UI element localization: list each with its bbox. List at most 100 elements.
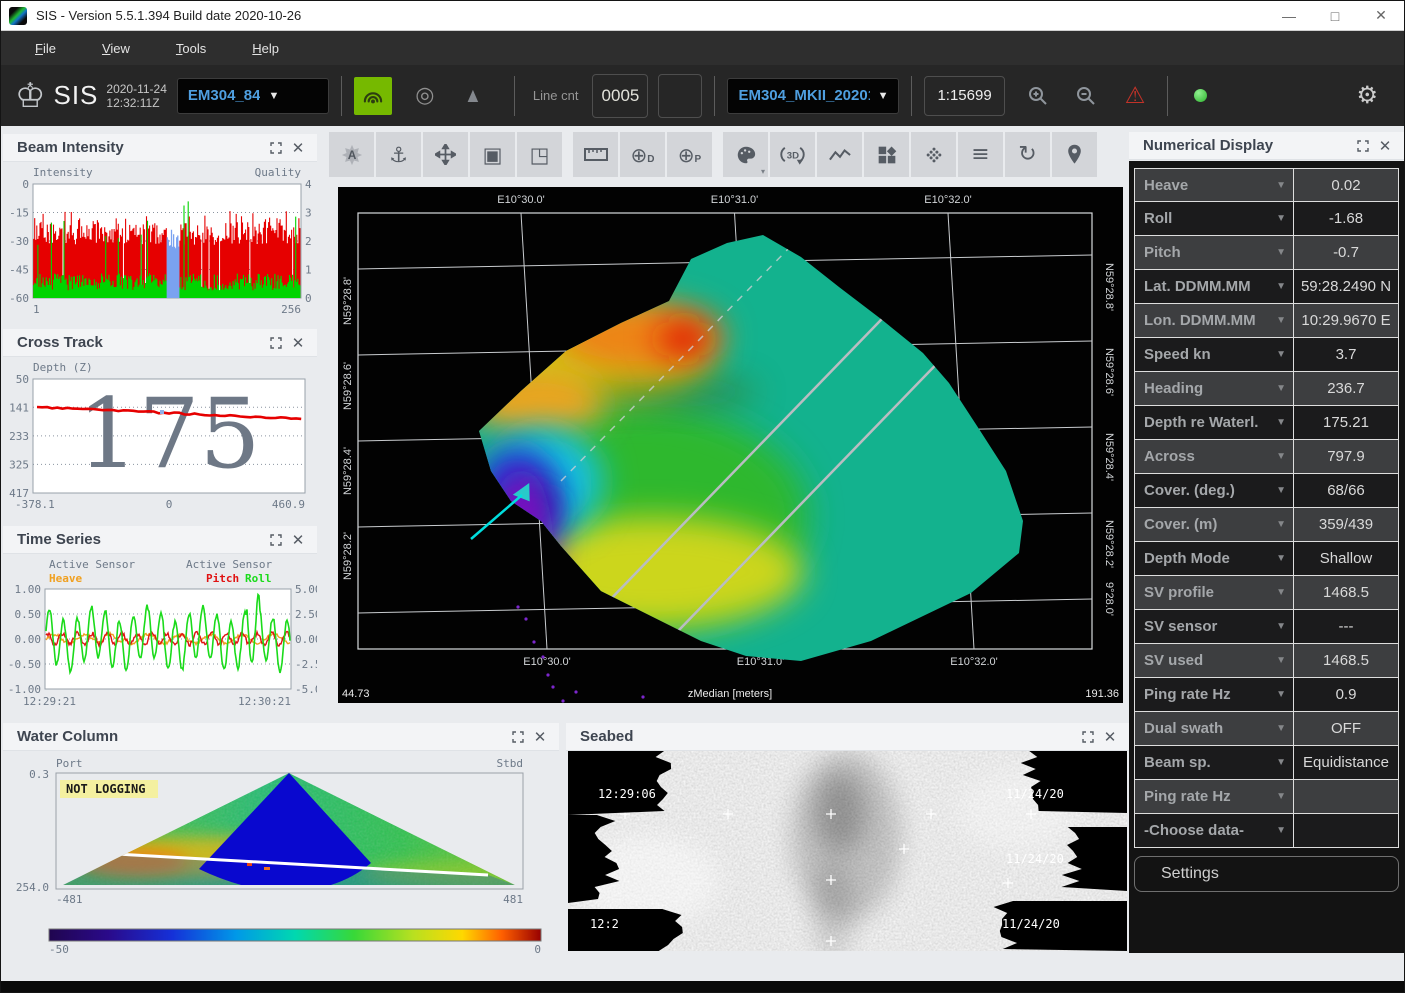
numerical-field-select[interactable]: SV profile▼	[1135, 576, 1294, 609]
numerical-value: 0.9	[1294, 678, 1398, 711]
expand-icon[interactable]	[1352, 136, 1374, 156]
close-icon[interactable]: ✕	[1374, 136, 1396, 156]
chevron-down-icon: ▼	[1276, 349, 1286, 360]
numerical-value: Shallow	[1294, 542, 1398, 575]
zoom-in-button[interactable]	[1019, 77, 1057, 115]
numerical-field-select[interactable]: Beam sp.▼	[1135, 746, 1294, 779]
numerical-field-select[interactable]: Lat. DDMM.MM▼	[1135, 270, 1294, 303]
svg-text:481: 481	[503, 893, 523, 906]
numerical-field-select[interactable]: Pitch▼	[1135, 236, 1294, 269]
warning-icon[interactable]: ⚠	[1125, 82, 1146, 109]
numerical-field-select[interactable]: Cover. (m)▼	[1135, 508, 1294, 541]
graph-icon	[829, 147, 851, 163]
numerical-field-select[interactable]: Ping rate Hz▼	[1135, 678, 1294, 711]
menu-item-file[interactable]: File	[21, 41, 70, 56]
numerical-field-select[interactable]: Across▼	[1135, 440, 1294, 473]
svg-text:Pitch: Pitch	[206, 572, 239, 585]
close-button[interactable]: ✕	[1358, 2, 1404, 30]
close-icon[interactable]: ✕	[529, 727, 551, 747]
close-icon[interactable]: ✕	[287, 333, 309, 353]
numerical-field-select[interactable]: Speed kn▼	[1135, 338, 1294, 371]
beam-cone-button[interactable]: ▲	[454, 77, 492, 115]
sounder-select[interactable]: EM304_84 ▼	[177, 78, 329, 114]
expand-icon[interactable]	[1077, 727, 1099, 747]
record-button[interactable]: ◎	[406, 77, 444, 115]
map-tool-rotate-3d-button[interactable]: 3D	[770, 132, 815, 177]
map-tool-measure-button[interactable]	[573, 132, 618, 177]
settings-gear-button[interactable]: ⚙	[1356, 81, 1378, 110]
map-tool-center-position-button[interactable]: ⊕P	[667, 132, 712, 177]
svg-text:1.00: 1.00	[15, 583, 42, 596]
expand-icon[interactable]	[507, 727, 529, 747]
map-tool-palette-button[interactable]: ▾	[723, 132, 768, 177]
expand-icon[interactable]	[265, 138, 287, 158]
menu-item-help[interactable]: Help	[238, 41, 293, 56]
chevron-down-icon: ▼	[878, 90, 889, 102]
maximize-button[interactable]: □	[1312, 2, 1358, 30]
expand-icon[interactable]	[265, 530, 287, 550]
numerical-field-select[interactable]: Dual swath▼	[1135, 712, 1294, 745]
numerical-row: SV profile▼1468.5	[1134, 576, 1399, 610]
numerical-field-select[interactable]: SV sensor▼	[1135, 610, 1294, 643]
svg-text:Heave: Heave	[49, 572, 82, 585]
map-tool-pin-button[interactable]	[1052, 132, 1097, 177]
svg-text:1: 1	[33, 303, 40, 316]
chevron-down-icon: ▼	[268, 90, 279, 102]
map-tool-refresh-button[interactable]: ↻	[1005, 132, 1050, 177]
map-toolbar-group: ⊕D⊕P	[573, 132, 714, 177]
numerical-field-select[interactable]: Heading▼	[1135, 372, 1294, 405]
numerical-row: SV sensor▼---	[1134, 610, 1399, 644]
map-tool-layers-button[interactable]: ≡	[958, 132, 1003, 177]
map-tool-graph-button[interactable]	[817, 132, 862, 177]
minimize-button[interactable]: —	[1266, 2, 1312, 30]
chevron-down-icon: ▼	[1276, 383, 1286, 394]
map-tool-zoom-window-button[interactable]: ▣	[470, 132, 515, 177]
svg-text:E10°31.0': E10°31.0'	[711, 194, 758, 206]
expand-icon[interactable]	[265, 333, 287, 353]
menu-item-tools[interactable]: Tools	[162, 41, 220, 56]
line-count-extra[interactable]	[658, 74, 702, 118]
chevron-down-icon: ▼	[1276, 213, 1286, 224]
numerical-field-select[interactable]: SV used▼	[1135, 644, 1294, 677]
numerical-field-select[interactable]: Lon. DDMM.MM▼	[1135, 304, 1294, 337]
numerical-value: Equidistance	[1294, 746, 1398, 779]
numerical-value: 1468.5	[1294, 644, 1398, 677]
main-content: Beam Intensity ✕ IntensityQuality04-153-…	[1, 126, 1405, 981]
map-tool-center-depth-button[interactable]: ⊕D	[620, 132, 665, 177]
zoom-out-button[interactable]	[1067, 77, 1105, 115]
numerical-field-select[interactable]: Roll▼	[1135, 202, 1294, 235]
menu-item-view[interactable]: View	[88, 41, 144, 56]
numerical-field-label: Heave	[1144, 177, 1188, 194]
svg-text:-30: -30	[9, 235, 29, 248]
numerical-field-select[interactable]: -Choose data-▼	[1135, 814, 1294, 847]
numerical-field-select[interactable]: Depth re Waterl.▼	[1135, 406, 1294, 439]
close-icon[interactable]: ✕	[287, 530, 309, 550]
divider	[514, 76, 515, 116]
close-icon[interactable]: ✕	[287, 138, 309, 158]
line-count-value[interactable]: 0005	[592, 74, 648, 118]
map-tool-north-marker-button[interactable]: A	[329, 132, 374, 177]
numerical-field-select[interactable]: Depth Mode▼	[1135, 542, 1294, 575]
svg-text:-2.50: -2.50	[295, 658, 317, 671]
map-tool-vessel-button[interactable]: ⚓	[376, 132, 421, 177]
svg-text:0: 0	[22, 178, 29, 191]
settings-button[interactable]: Settings	[1134, 856, 1399, 892]
map-scale-value[interactable]: 1:15699	[924, 76, 1004, 116]
numerical-field-label: Ping rate Hz	[1144, 788, 1231, 805]
map-tool-pan-button[interactable]	[423, 132, 468, 177]
survey-select[interactable]: EM304_MKII_202011 ▼	[727, 78, 899, 114]
map-tool-fit-extent-button[interactable]: ◳	[517, 132, 562, 177]
numerical-field-select[interactable]: Cover. (deg.)▼	[1135, 474, 1294, 507]
map-tool-points-button[interactable]	[911, 132, 956, 177]
numerical-field-label: Dual swath	[1144, 720, 1223, 737]
pinging-toggle-button[interactable]	[354, 77, 392, 115]
numerical-field-select[interactable]: Heave▼	[1135, 169, 1294, 201]
numerical-field-select[interactable]: Ping rate Hz▼	[1135, 780, 1294, 813]
map-tool-tiles-button[interactable]	[864, 132, 909, 177]
kongsberg-logo: ♔	[15, 79, 45, 113]
close-icon[interactable]: ✕	[1099, 727, 1121, 747]
geographic-map[interactable]: E10°30.0'E10°30.0'E10°31.0'E10°31.0'E10°…	[338, 187, 1123, 703]
north-marker-icon: A	[341, 144, 363, 166]
vessel-icon: ⚓	[389, 143, 408, 167]
chevron-down-icon: ▼	[1276, 553, 1286, 564]
